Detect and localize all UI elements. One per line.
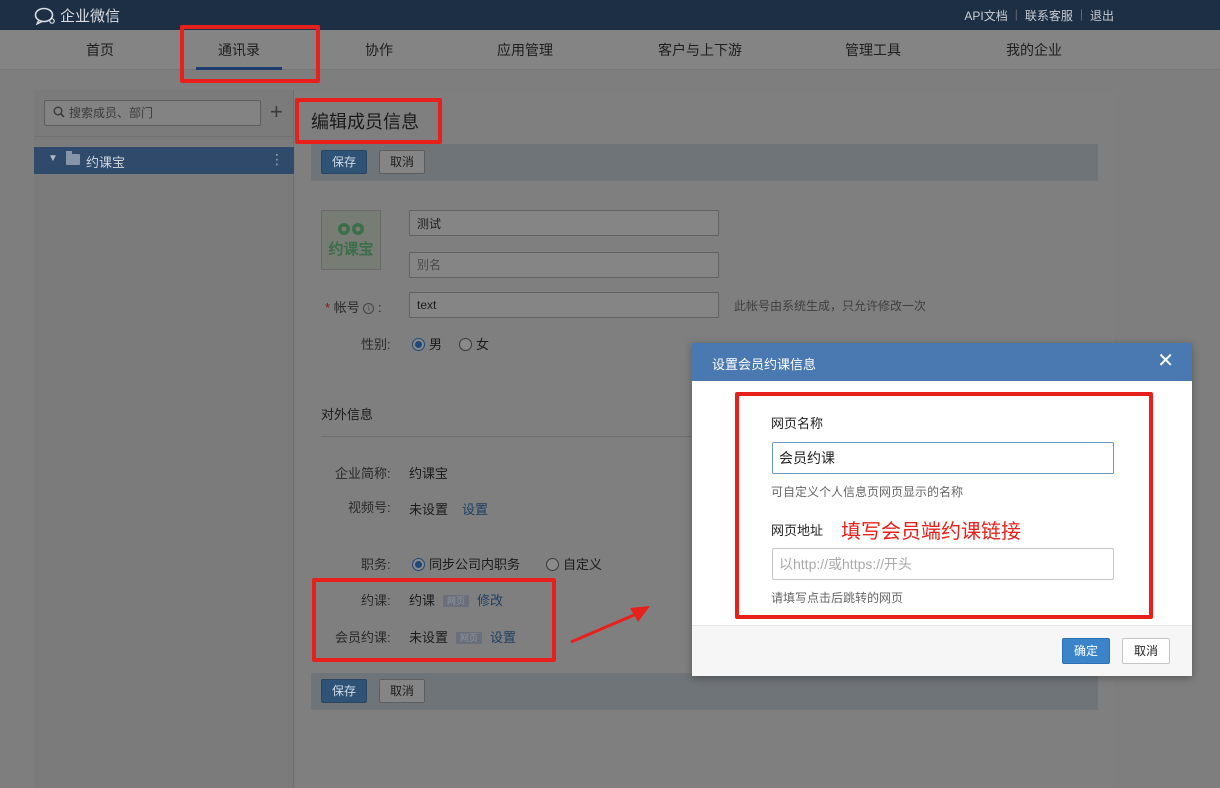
more-vertical-icon[interactable]: ⋮ (270, 151, 284, 168)
position-radio-custom[interactable]: 自定义 (546, 554, 602, 573)
account-label: 帐号 (333, 300, 360, 315)
avatar[interactable]: 约课宝 (321, 210, 381, 270)
gender-radio-female[interactable]: 女 (459, 334, 489, 353)
divider (34, 136, 294, 137)
channel-set-link[interactable]: 设置 (462, 499, 488, 518)
gender-label: 性别: (361, 337, 391, 352)
bottom-action-bar: 保存 取消 (311, 673, 1098, 710)
channel-value: 未设置 (409, 502, 449, 517)
annotation-box-contacts (180, 25, 320, 83)
save-button[interactable]: 保存 (321, 150, 368, 174)
company-value: 约课宝 (409, 466, 449, 481)
colon: : (377, 300, 382, 315)
sidebar-item-department[interactable]: ▼ 约课宝 ⋮ (34, 147, 294, 174)
dialog-title: 设置会员约课信息 (712, 357, 817, 372)
search-icon (53, 106, 65, 121)
top-links: API文档 | 联系客服 | 退出 (964, 7, 1114, 24)
nav-item-home[interactable]: 首页 (70, 30, 130, 70)
app-logo[interactable]: 企业微信 (34, 5, 120, 26)
caret-down-icon[interactable]: ▼ (48, 153, 58, 164)
search-box[interactable] (44, 100, 261, 126)
nav-item-app-management[interactable]: 应用管理 (484, 30, 566, 70)
dialog-cancel-button[interactable]: 取消 (1122, 638, 1171, 664)
chat-bubble-icon (34, 7, 56, 26)
external-info-heading: 对外信息 (321, 407, 374, 422)
radio-selected-icon[interactable] (412, 338, 425, 351)
nav-item-collaboration[interactable]: 协作 (349, 30, 409, 70)
close-icon[interactable]: ✕ (1157, 349, 1174, 373)
gender-option-male: 男 (429, 337, 443, 352)
contact-support-link[interactable]: 联系客服 (1025, 7, 1073, 24)
app-title: 企业微信 (60, 8, 121, 25)
cancel-button[interactable]: 取消 (379, 679, 426, 703)
position-option-custom: 自定义 (563, 557, 603, 572)
dialog-header: 设置会员约课信息 ✕ (692, 343, 1192, 381)
company-label: 企业简称: (335, 466, 391, 481)
cancel-button[interactable]: 取消 (379, 150, 426, 174)
info-icon[interactable]: i (363, 303, 375, 314)
account-label-row: * 帐号 i : (325, 297, 382, 316)
member-course-dialog: 设置会员约课信息 ✕ 网页名称 可自定义个人信息页网页显示的名称 网页地址 填写… (692, 343, 1192, 676)
position-label: 职务: (361, 557, 391, 572)
api-docs-link[interactable]: API文档 (964, 7, 1007, 24)
account-field[interactable] (409, 292, 719, 318)
nav-item-customers[interactable]: 客户与上下游 (648, 30, 752, 70)
top-action-bar: 保存 取消 (311, 144, 1098, 181)
position-radio-sync[interactable]: 同步公司内职务 (412, 554, 520, 573)
account-input[interactable] (410, 293, 718, 317)
avatar-logo: 约课宝 (328, 223, 374, 258)
annotation-box-course (312, 578, 556, 662)
channel-label: 视频号: (348, 500, 391, 515)
dialog-footer: 确定 取消 (692, 625, 1192, 676)
annotation-box-dialog (735, 392, 1153, 619)
separator: | (1079, 7, 1083, 21)
department-name: 约课宝 (86, 155, 126, 170)
nav-item-management-tools[interactable]: 管理工具 (832, 30, 914, 70)
radio-icon[interactable] (459, 338, 472, 351)
logout-link[interactable]: 退出 (1090, 7, 1114, 24)
gender-option-female: 女 (476, 337, 490, 352)
annotation-box-title (295, 98, 442, 144)
separator: | (1014, 7, 1018, 21)
radio-selected-icon[interactable] (412, 558, 425, 571)
radio-icon[interactable] (546, 558, 559, 571)
alias-input[interactable] (410, 253, 718, 277)
search-input[interactable] (69, 104, 254, 122)
position-option-sync: 同步公司内职务 (429, 557, 521, 572)
arrow-icon (570, 606, 650, 644)
save-button[interactable]: 保存 (321, 679, 368, 703)
plus-icon[interactable]: + (270, 100, 283, 124)
gender-radio-male[interactable]: 男 (412, 334, 442, 353)
confirm-button[interactable]: 确定 (1062, 638, 1111, 664)
name-input[interactable] (410, 211, 718, 235)
folder-icon (66, 151, 80, 165)
alias-field[interactable] (409, 252, 719, 278)
department-sidebar: + ▼ 约课宝 ⋮ (34, 90, 294, 788)
nav-item-my-company[interactable]: 我的企业 (993, 30, 1075, 70)
name-field[interactable] (409, 210, 719, 236)
account-hint: 此帐号由系统生成，只允许修改一次 (734, 299, 927, 313)
avatar-text: 约课宝 (328, 240, 373, 258)
required-asterisk: * (325, 300, 331, 315)
